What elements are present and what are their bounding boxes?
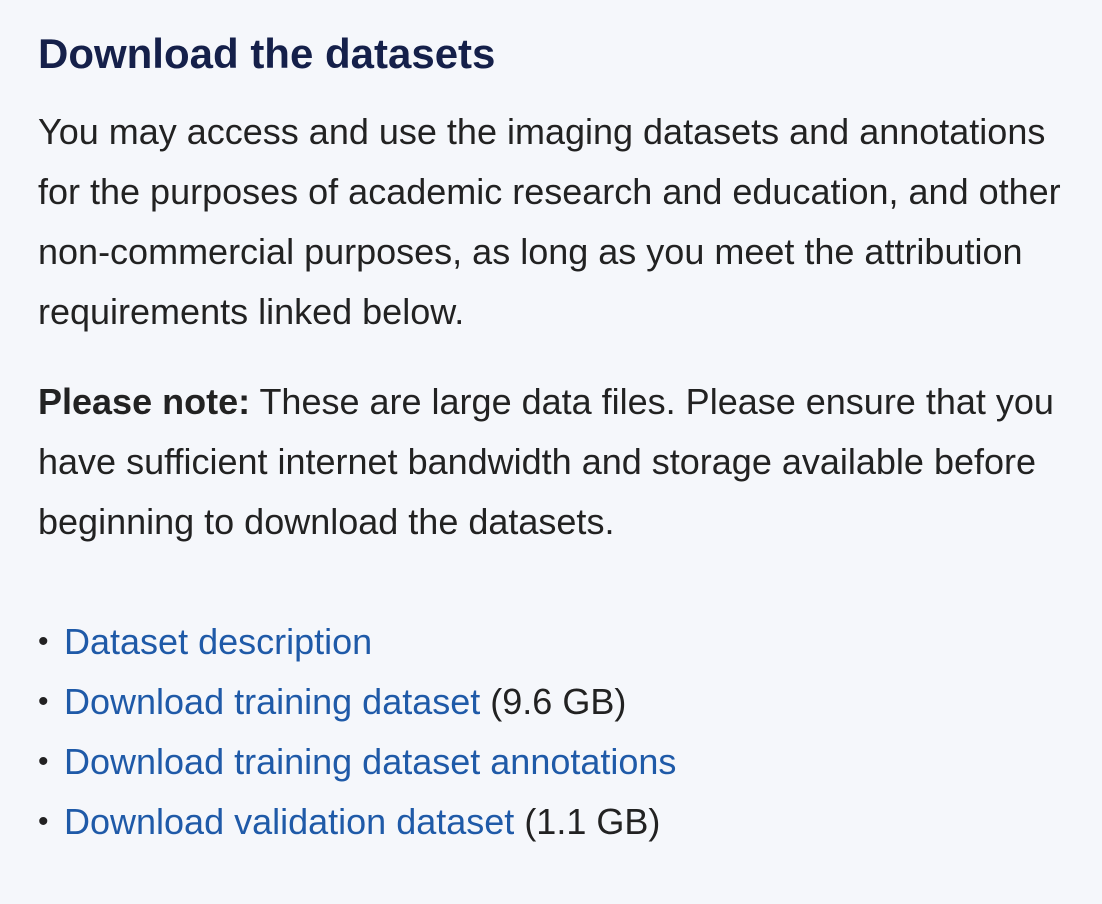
intro-paragraph: You may access and use the imaging datas… — [38, 111, 1061, 332]
bullet-icon: • — [38, 745, 49, 778]
bullet-icon: • — [38, 805, 49, 838]
bullet-icon: • — [38, 625, 49, 658]
page-title: Download the datasets — [38, 30, 496, 77]
download-links-list: • Dataset description • Download training … — [38, 612, 1064, 852]
file-size: (1.1 GB) — [514, 801, 661, 842]
dataset-description-link[interactable]: Dataset description — [64, 621, 372, 662]
list-item-dataset-description: • Dataset description — [38, 612, 1064, 672]
note-label: Please note: — [38, 381, 251, 422]
download-training-annotations-link[interactable]: Download training dataset annotations — [64, 741, 676, 782]
bullet-icon: • — [38, 685, 49, 718]
list-item-validation-dataset: • Download validation dataset (1.1 GB) — [38, 792, 1064, 852]
note-paragraph: Please note: These are large data files.… — [38, 372, 1064, 552]
download-validation-dataset-link[interactable]: Download validation dataset — [64, 801, 514, 842]
list-item-training-dataset: • Download training dataset (9.6 GB) — [38, 672, 1064, 732]
file-size: (9.6 GB) — [480, 681, 627, 722]
download-section: Download the datasets You may access and… — [0, 0, 1102, 852]
download-training-dataset-link[interactable]: Download training dataset — [64, 681, 480, 722]
list-item-training-annotations: • Download training dataset annotations — [38, 732, 1064, 792]
